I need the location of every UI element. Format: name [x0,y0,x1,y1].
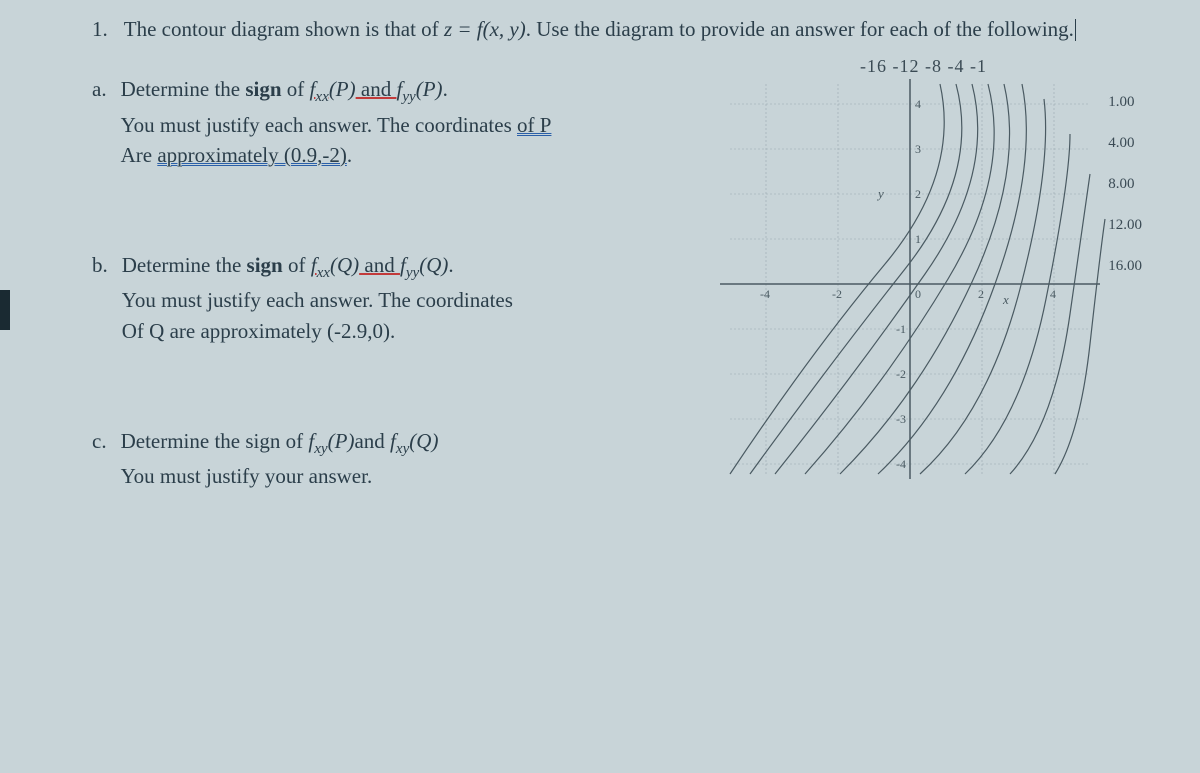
a-and: and [356,77,397,101]
b-line2: You must justify each answer. The coordi… [122,288,513,312]
questions-column: a. Determine the sign of fxx(P) and fyy(… [92,74,690,494]
subpart-a: a. Determine the sign of fxx(P) and fyy(… [92,74,690,170]
c-q: (Q) [409,429,438,453]
svg-text:4: 4 [1050,287,1056,301]
rl-4: 16.00 [1108,258,1142,275]
problem-number: 1. [92,15,108,44]
b-fyy: fyy [400,253,419,277]
text-cursor [1075,19,1076,41]
problem-intro-text: The contour diagram shown is that of z =… [124,15,1140,44]
a-sub2: yy [402,90,415,106]
subpart-b: b. Determine the sign of fxx(Q) and fyy(… [92,250,690,346]
subpart-b-label: b. [92,250,108,346]
rl-1: 4.00 [1108,135,1142,152]
subpart-c: c. Determine the sign of fxy(P)and fxy(Q… [92,426,690,492]
intro-suffix: . Use the diagram to provide an answer f… [526,17,1074,41]
c-sub1: xy [314,442,327,458]
b-q2: (Q) [419,253,448,277]
svg-text:3: 3 [915,142,921,156]
a-ofp: of P [517,113,551,137]
a-line2-pre: You must justify each answer. The coordi… [121,113,517,137]
contour-top-labels: -16 -12 -8 -4 -1 [860,56,987,77]
a-line3-pre: Are [121,143,158,167]
y-axis-label: y [876,186,884,201]
a-sub1: xx [315,90,328,106]
b-sub1: xx [317,266,330,282]
problem-intro: 1. The contour diagram shown is that of … [92,15,1140,44]
c-fxy2: fxy [390,429,409,453]
contour-plot: -4 -2 0 2 4 4 3 2 1 -1 -2 -3 -4 x y [710,74,1110,494]
svg-text:4: 4 [915,97,921,111]
x-axis-label: x [1002,292,1009,307]
a-p1: (P) [329,77,356,101]
rl-3: 12.00 [1108,217,1142,234]
subpart-b-body: Determine the sign of fxx(Q) and fyy(Q).… [122,250,690,346]
svg-text:-1: -1 [896,322,906,336]
svg-text:0: 0 [915,287,921,301]
c-fxy1: fxy [308,429,327,453]
contour-right-labels: 1.00 4.00 8.00 12.00 16.00 [1108,94,1142,299]
a-fyy: fyy [396,77,415,101]
subpart-a-label: a. [92,74,107,170]
c-line2: You must justify your answer. [121,464,373,488]
a-fxx: fxx [310,77,329,101]
b-and: and [359,253,400,277]
a-end3: . [347,143,352,167]
content-row: a. Determine the sign of fxx(P) and fyy(… [92,74,1140,494]
b-mid1: of [283,253,311,277]
c-and: and [354,429,390,453]
rl-0: 1.00 [1108,94,1142,111]
a-approx: approximately (0.9,-2) [157,143,347,167]
b-line3: Of Q are approximately (-2.9,0). [122,319,395,343]
b-q1: (Q) [330,253,359,277]
c-p: (P) [328,429,355,453]
subpart-c-body: Determine the sign of fxy(P)and fxy(Q) Y… [121,426,690,492]
intro-equation: z = f(x, y) [444,17,526,41]
rl-2: 8.00 [1108,176,1142,193]
b-end1: . [448,253,453,277]
contour-diagram: -16 -12 -8 -4 -1 1.00 4.00 8.00 12.00 16… [710,74,1140,494]
b-fxx: fxx [311,253,330,277]
svg-text:-2: -2 [832,287,842,301]
a-mid1: of [282,77,310,101]
svg-text:2: 2 [915,187,921,201]
svg-text:-4: -4 [760,287,770,301]
a-p2: (P) [416,77,443,101]
a-sign: sign [245,77,281,101]
svg-text:-2: -2 [896,367,906,381]
svg-text:2: 2 [978,287,984,301]
svg-text:-4: -4 [896,457,906,471]
b-sign: sign [247,253,283,277]
b-prefix: Determine the [122,253,247,277]
svg-text:1: 1 [915,232,921,246]
b-sub2: yy [406,266,419,282]
subpart-c-label: c. [92,426,107,492]
c-sub2: xy [396,442,409,458]
intro-prefix: The contour diagram shown is that of [124,17,444,41]
c-prefix: Determine the sign of [121,429,309,453]
a-prefix: Determine the [121,77,246,101]
svg-text:-3: -3 [896,412,906,426]
a-end1: . [443,77,448,101]
subpart-a-body: Determine the sign of fxx(P) and fyy(P).… [121,74,690,170]
page-edge-shadow [0,290,10,330]
